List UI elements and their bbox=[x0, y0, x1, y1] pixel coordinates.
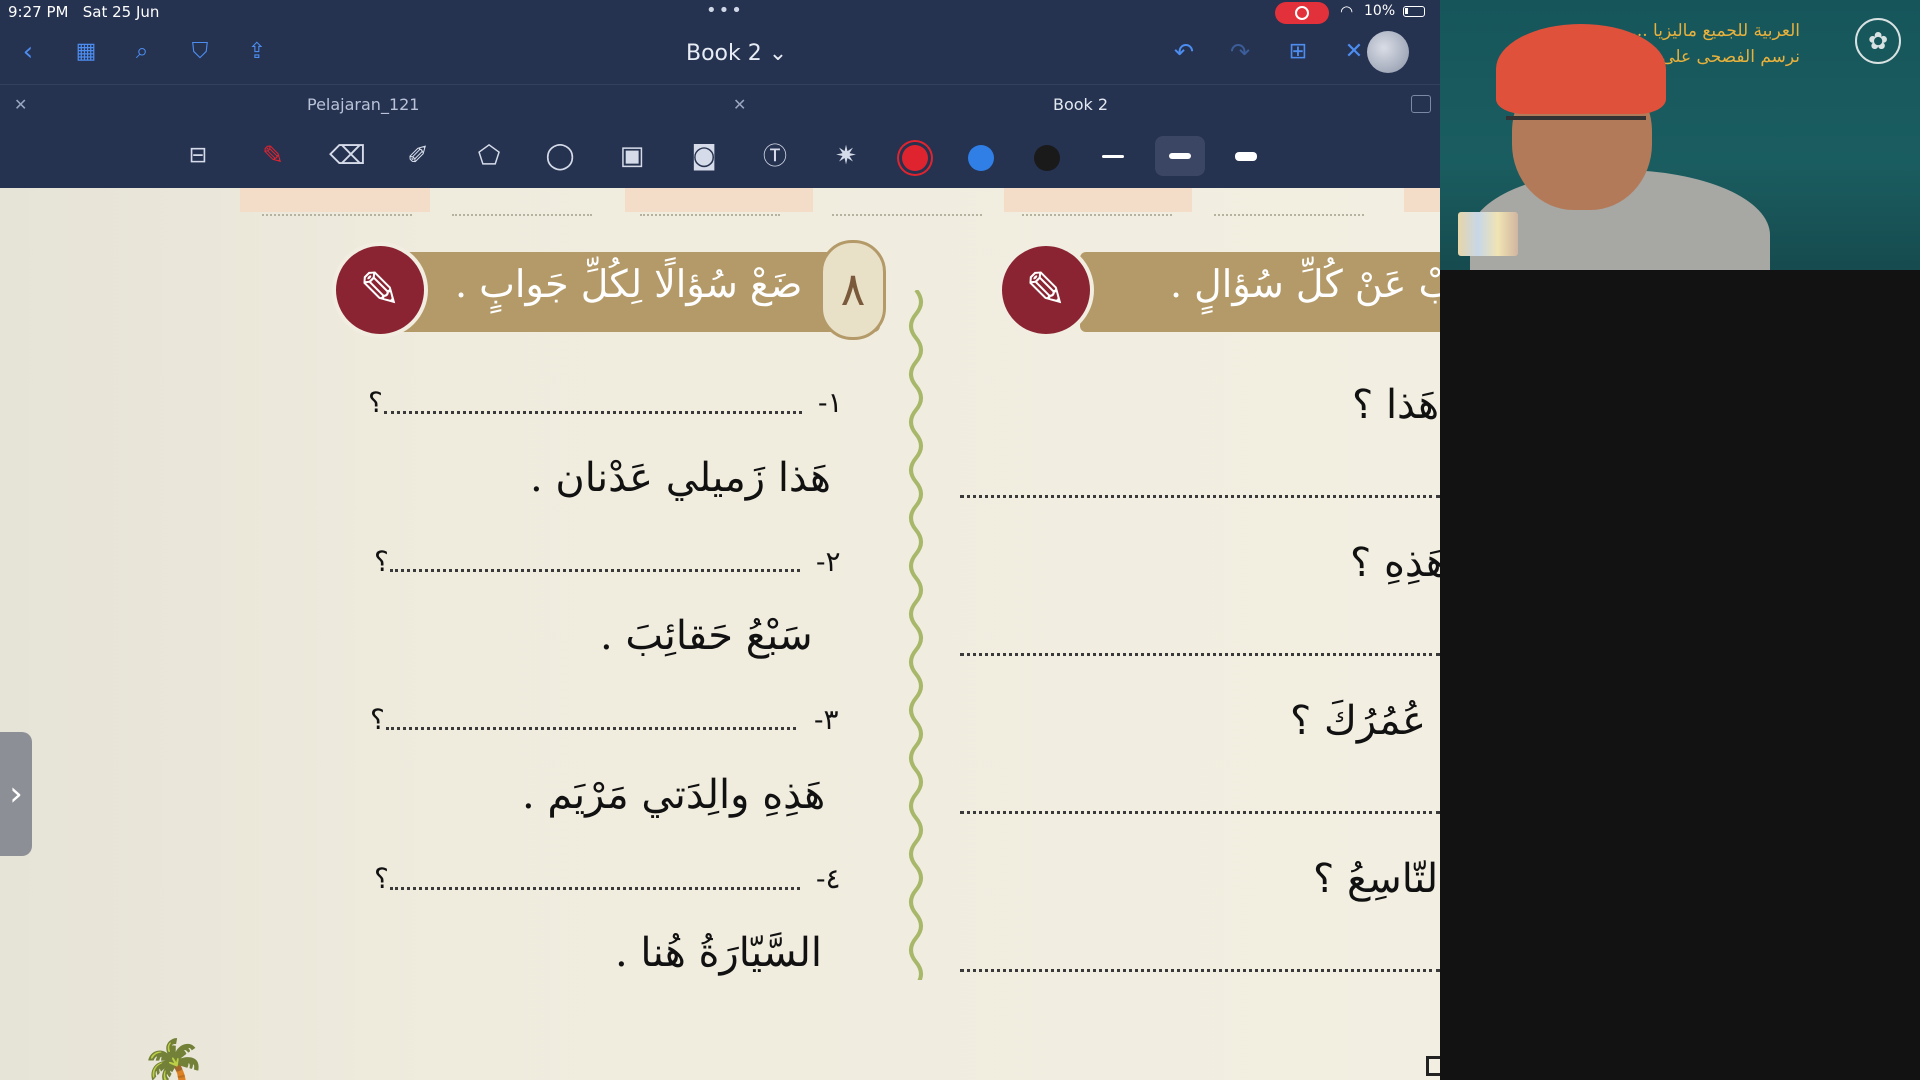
close-tab-icon[interactable]: ✕ bbox=[14, 85, 27, 125]
exercise-number-badge: ٨ bbox=[820, 240, 886, 340]
pen-icon[interactable]: ✎ bbox=[255, 138, 291, 174]
column-divider bbox=[909, 290, 923, 980]
color-blue[interactable] bbox=[968, 145, 994, 171]
header-dotted-line bbox=[452, 210, 592, 216]
highlighter-icon[interactable]: ✐ bbox=[400, 138, 436, 174]
page-layout-icon[interactable]: ⊟ bbox=[180, 138, 216, 174]
lasso-icon[interactable]: ◯ bbox=[542, 138, 578, 174]
question-text: التّاسِعُ ؟ bbox=[1313, 856, 1440, 902]
black-background bbox=[1440, 270, 1920, 1080]
question-text: هَذا ؟ bbox=[1352, 382, 1440, 428]
color-black[interactable] bbox=[1034, 145, 1060, 171]
question-mark: ؟ bbox=[368, 386, 383, 419]
eraser-icon[interactable]: ⌫ bbox=[329, 138, 366, 174]
exercise-7-pencil-badge: ✎ bbox=[998, 242, 1094, 338]
given-answer: هَذا زَميلي عَدْنان . bbox=[530, 455, 832, 501]
header-dotted-line bbox=[262, 210, 412, 216]
laser-pointer-icon[interactable]: ✷ bbox=[828, 138, 864, 174]
answer-line[interactable] bbox=[960, 652, 1440, 656]
grid-view-icon[interactable]: ▦ bbox=[70, 36, 102, 68]
header-dotted-line bbox=[1214, 210, 1364, 216]
add-page-icon[interactable]: ⊞ bbox=[1282, 36, 1314, 68]
tab-pelajaran[interactable]: Pelajaran_121 bbox=[307, 85, 419, 125]
bookshelf-books bbox=[1458, 212, 1518, 256]
tool-bar: ⊟ ✎ ⌫ ✐ ⬠ ◯ ▣ ◙ Ⓣ ✷ bbox=[0, 124, 1440, 188]
page-header-band bbox=[625, 188, 813, 212]
battery-percentage: 10% bbox=[1364, 3, 1396, 19]
exercise-7-title: ـجِبْ عَنْ كُلِّ سُؤالٍ . bbox=[1170, 262, 1440, 306]
question-text: هَذِهِ ؟ bbox=[1350, 540, 1440, 586]
given-answer: هَذِهِ والِدَتي مَرْيَم . bbox=[522, 772, 826, 818]
presenter-cap bbox=[1496, 24, 1666, 114]
sidebar-expand-handle[interactable]: › bbox=[0, 732, 32, 856]
item-number: ٣- bbox=[814, 703, 839, 736]
redo-icon[interactable]: ↷ bbox=[1224, 36, 1256, 68]
answer-line[interactable] bbox=[960, 494, 1440, 498]
tab-book-2[interactable]: Book 2 bbox=[1053, 85, 1108, 125]
page-header-band bbox=[1404, 188, 1440, 212]
assistive-touch-button[interactable] bbox=[1367, 31, 1409, 73]
bookmark-icon[interactable]: ⛉ bbox=[184, 36, 216, 68]
undo-icon[interactable]: ↶ bbox=[1168, 36, 1200, 68]
navigation-bar: ‹ ▦ ⌕ ⛉ ⇪ Book 2 ⌄ ↶ ↷ ⊞ ✕ bbox=[0, 24, 1440, 84]
split-view-icon[interactable] bbox=[1411, 95, 1431, 113]
color-red[interactable] bbox=[902, 145, 928, 171]
status-bar: 9:27 PM Sat 25 Jun ••• ◠ 10% bbox=[0, 0, 1440, 24]
palm-tree-illustration: 🌴 bbox=[140, 1036, 208, 1080]
image-icon[interactable]: ▣ bbox=[614, 138, 650, 174]
presenter-glasses bbox=[1506, 116, 1646, 130]
header-dotted-line bbox=[640, 210, 780, 216]
battery-icon bbox=[1403, 6, 1425, 17]
page-header-band bbox=[240, 188, 430, 212]
text-box-icon[interactable]: Ⓣ bbox=[757, 138, 793, 174]
header-dotted-line bbox=[832, 210, 982, 216]
page-corner-mark bbox=[1426, 1056, 1440, 1076]
question-mark: ؟ bbox=[370, 703, 385, 736]
answer-line[interactable] bbox=[384, 410, 802, 414]
channel-logo-icon: ✿ bbox=[1855, 18, 1901, 64]
screen-record-indicator[interactable] bbox=[1275, 2, 1329, 24]
tab-bar: ✕ Pelajaran_121 ✕ Book 2 bbox=[0, 84, 1440, 124]
back-chevron-icon[interactable]: ‹ bbox=[12, 36, 44, 68]
header-dotted-line bbox=[1022, 210, 1172, 216]
given-answer: السَّيّارَةُ هُنا . bbox=[615, 930, 823, 976]
answer-line[interactable] bbox=[960, 968, 1440, 972]
pencil-icon: ✎ bbox=[359, 261, 401, 319]
answer-line[interactable] bbox=[390, 886, 800, 890]
answer-line[interactable] bbox=[960, 810, 1440, 814]
shapes-icon[interactable]: ⬠ bbox=[471, 138, 507, 174]
stroke-thick[interactable] bbox=[1235, 152, 1257, 161]
question-text: ـمْ عُمُرُكَ ؟ bbox=[1290, 698, 1440, 744]
status-time: 9:27 PM Sat 25 Jun bbox=[8, 3, 160, 21]
share-icon[interactable]: ⇪ bbox=[241, 36, 273, 68]
item-number: ٤- bbox=[816, 862, 841, 895]
item-number: ١- bbox=[818, 386, 843, 419]
question-mark: ؟ bbox=[374, 545, 389, 578]
goodnotes-app: 9:27 PM Sat 25 Jun ••• ◠ 10% ‹ ▦ ⌕ ⛉ ⇪ B… bbox=[0, 0, 1440, 1080]
answer-line[interactable] bbox=[386, 726, 796, 730]
answer-line[interactable] bbox=[390, 568, 800, 572]
search-icon[interactable]: ⌕ bbox=[126, 36, 158, 68]
webcam-overlay: العربية للجميع ماليزيا ... نرسم الفصحى ع… bbox=[1440, 0, 1920, 270]
question-mark: ؟ bbox=[374, 862, 389, 895]
exercise-8-pencil-badge: ✎ bbox=[332, 242, 428, 338]
item-number: ٢- bbox=[816, 545, 841, 578]
close-tab-icon[interactable]: ✕ bbox=[733, 85, 746, 125]
wifi-icon: ◠ bbox=[1340, 2, 1354, 20]
camera-icon[interactable]: ◙ bbox=[686, 138, 722, 174]
multitasking-dots[interactable]: ••• bbox=[706, 0, 744, 21]
stroke-thin[interactable] bbox=[1102, 155, 1124, 158]
pencil-icon: ✎ bbox=[1025, 261, 1067, 319]
stroke-medium[interactable] bbox=[1169, 153, 1191, 159]
wavy-divider-line bbox=[909, 290, 923, 980]
close-icon[interactable]: ✕ bbox=[1338, 36, 1370, 68]
given-answer: سَبْعُ حَقائِبَ . bbox=[600, 613, 813, 659]
page-header-band bbox=[1004, 188, 1192, 212]
screen: 9:27 PM Sat 25 Jun ••• ◠ 10% ‹ ▦ ⌕ ⛉ ⇪ B… bbox=[0, 0, 1920, 1080]
exercise-8-title: ضَعْ سُؤالًا لِكُلِّ جَوابٍ . bbox=[455, 262, 803, 306]
document-title[interactable]: Book 2 ⌄ bbox=[686, 41, 787, 66]
